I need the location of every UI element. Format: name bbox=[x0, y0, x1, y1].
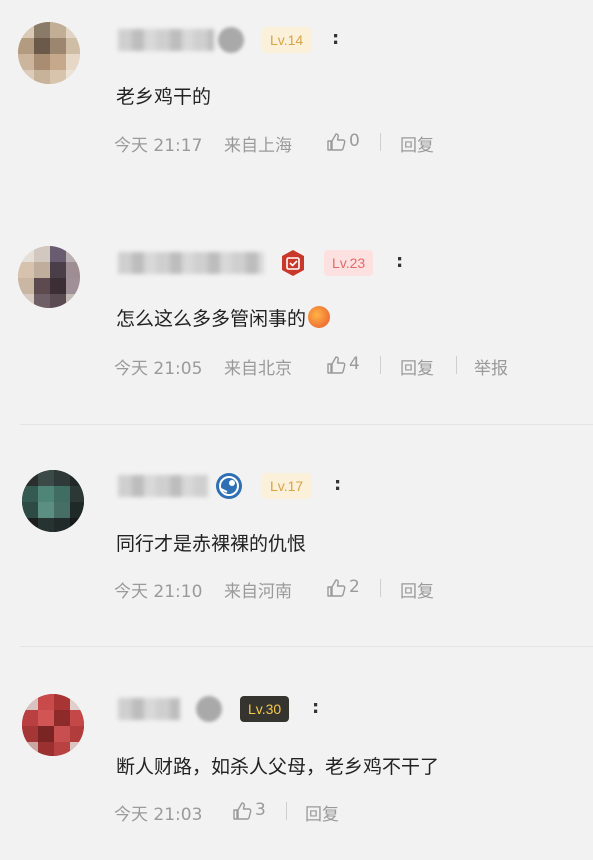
more-options-button[interactable]: : bbox=[312, 697, 319, 718]
comment-text: 断人财路，如杀人父母，老乡鸡不干了 bbox=[116, 756, 440, 778]
avatar[interactable] bbox=[22, 694, 84, 756]
username-blurred[interactable] bbox=[118, 698, 180, 720]
comment-time: 今天 21:03 bbox=[114, 805, 203, 825]
divider bbox=[286, 802, 287, 820]
comment-item: Lv.30 : 断人财路，如杀人父母，老乡鸡不干了 今天 21:03 3 回复 bbox=[0, 0, 593, 860]
level-badge: Lv.30 bbox=[240, 696, 290, 722]
like-count: 3 bbox=[255, 800, 266, 820]
like-icon[interactable] bbox=[232, 801, 252, 821]
user-badge-icon bbox=[196, 696, 222, 722]
reply-button[interactable]: 回复 bbox=[305, 800, 339, 825]
